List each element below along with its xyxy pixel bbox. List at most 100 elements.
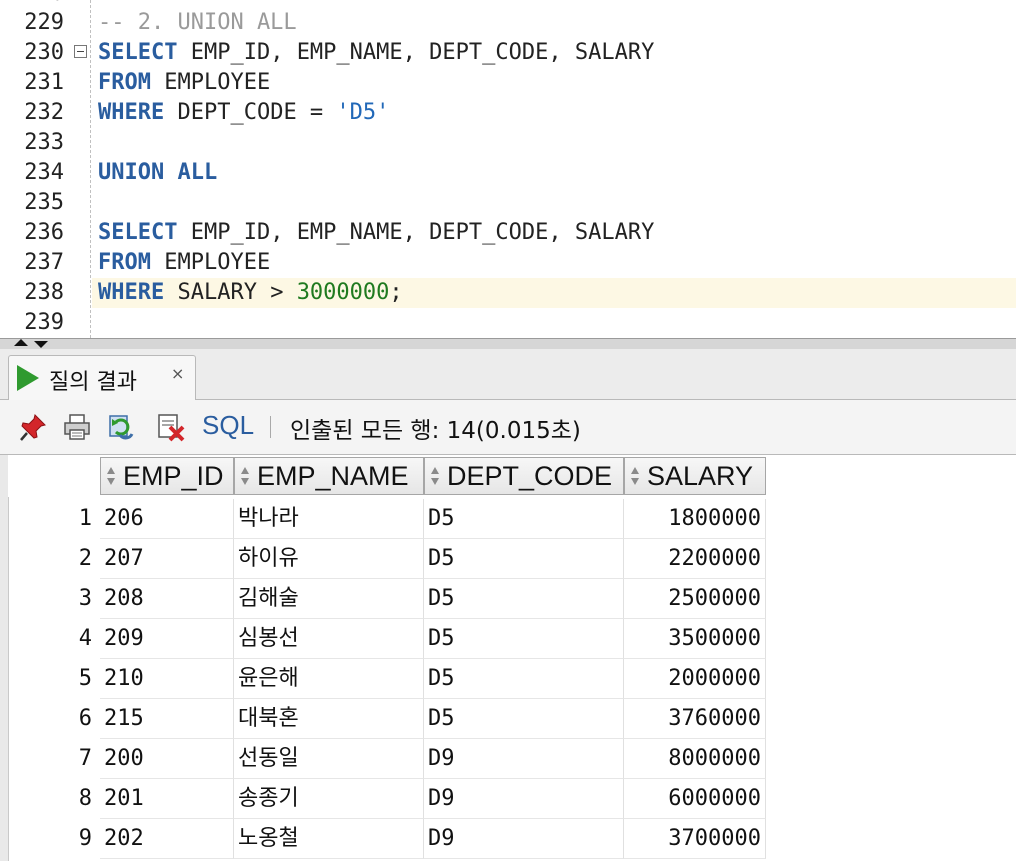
tab-query-result[interactable]: 질의 결과 × [8, 355, 196, 400]
fold-minus-icon[interactable] [74, 45, 87, 58]
cell-salary[interactable]: 3500000 [624, 619, 766, 659]
cell-emp-id[interactable]: 207 [100, 539, 234, 579]
collapse-down-icon[interactable] [34, 341, 48, 348]
line-number-gutter: 228 229 230 231 232 233 234 235 236 237 … [0, 0, 68, 338]
line-number: 239 [24, 310, 64, 335]
sort-icon[interactable] [430, 467, 440, 487]
cell-emp-id[interactable]: 201 [100, 779, 234, 819]
pin-icon[interactable] [18, 412, 48, 442]
cell-emp-id[interactable]: 202 [100, 819, 234, 859]
cell-dept-code[interactable]: D5 [424, 699, 624, 739]
result-grid[interactable]: EMP_ID EMP_NAME DEPT_CODE SALARY 1 206 박… [0, 454, 1016, 861]
code-line-237[interactable]: FROM EMPLOYEE [98, 248, 270, 278]
row-number: 4 [78, 626, 92, 651]
code-line-229[interactable]: -- 2. UNION ALL [98, 8, 297, 38]
column-title: SALARY [647, 461, 754, 491]
cell-dept-code[interactable]: D9 [424, 819, 624, 859]
cell-dept-code[interactable]: D9 [424, 739, 624, 779]
line-number: 232 [24, 100, 64, 125]
line-number: 236 [24, 220, 64, 245]
cell-emp-name[interactable]: 박나라 [234, 499, 424, 539]
refresh-icon[interactable] [108, 412, 138, 442]
cell-salary[interactable]: 6000000 [624, 779, 766, 819]
cell-dept-code[interactable]: D5 [424, 619, 624, 659]
cell-emp-id[interactable]: 206 [100, 499, 234, 539]
table-row[interactable]: 8 201 송종기 D9 6000000 [0, 779, 1016, 819]
print-icon[interactable] [62, 412, 92, 442]
cell-dept-code[interactable]: D5 [424, 659, 624, 699]
column-title: EMP_ID [123, 461, 224, 491]
collapse-up-icon[interactable] [14, 339, 28, 346]
row-number: 7 [78, 746, 92, 771]
sql-link[interactable]: SQL [202, 410, 254, 441]
sql-comment: -- 2. UNION ALL [98, 10, 297, 35]
cell-emp-name[interactable]: 윤은해 [234, 659, 424, 699]
line-number: 230 [24, 40, 64, 65]
cell-salary[interactable]: 8000000 [624, 739, 766, 779]
sort-icon[interactable] [630, 467, 640, 487]
cell-dept-code[interactable]: D5 [424, 499, 624, 539]
cell-emp-id[interactable]: 210 [100, 659, 234, 699]
cell-emp-name[interactable]: 선동일 [234, 739, 424, 779]
table-row[interactable]: 5 210 윤은해 D5 2000000 [0, 659, 1016, 699]
row-number: 5 [78, 666, 92, 691]
cell-emp-name[interactable]: 송종기 [234, 779, 424, 819]
table-row[interactable]: 2 207 하이유 D5 2200000 [0, 539, 1016, 579]
line-number: 235 [24, 190, 64, 215]
number-literal: 3000000 [296, 280, 390, 305]
code-line-238[interactable]: WHERE SALARY > 3000000; [98, 278, 403, 308]
cell-emp-name[interactable]: 하이유 [234, 539, 424, 579]
from-table: EMPLOYEE [150, 250, 271, 275]
sql-editor[interactable]: 228 229 230 231 232 233 234 235 236 237 … [0, 0, 1016, 338]
cell-emp-name[interactable]: 노옹철 [234, 819, 424, 859]
result-tab-bar: 질의 결과 × [0, 349, 1016, 400]
cell-emp-id[interactable]: 200 [100, 739, 234, 779]
from-table: EMPLOYEE [150, 70, 271, 95]
line-number: 233 [24, 130, 64, 155]
code-line-234[interactable]: UNION ALL [98, 158, 217, 188]
cell-dept-code[interactable]: D5 [424, 539, 624, 579]
cell-salary[interactable]: 2000000 [624, 659, 766, 699]
cell-emp-name[interactable]: 대북혼 [234, 699, 424, 739]
sort-icon[interactable] [106, 467, 116, 487]
table-row[interactable]: 1 206 박나라 D5 1800000 [0, 499, 1016, 539]
keyword-select: SELECT [98, 220, 178, 245]
column-header-salary[interactable]: SALARY [624, 457, 766, 495]
select-columns: EMP_ID, EMP_NAME, DEPT_CODE, SALARY [177, 220, 655, 245]
close-icon[interactable]: × [171, 364, 184, 383]
cell-salary[interactable]: 3700000 [624, 819, 766, 859]
row-number: 9 [78, 826, 92, 851]
column-header-emp-id[interactable]: EMP_ID [100, 457, 234, 495]
table-row[interactable]: 4 209 심봉선 D5 3500000 [0, 619, 1016, 659]
toolbar-separator [270, 416, 271, 438]
sort-icon[interactable] [240, 467, 250, 487]
where-condition: SALARY > [164, 280, 297, 305]
table-row[interactable]: 7 200 선동일 D9 8000000 [0, 739, 1016, 779]
row-number: 8 [78, 786, 92, 811]
cell-salary[interactable]: 3760000 [624, 699, 766, 739]
table-row[interactable]: 6 215 대북혼 D5 3760000 [0, 699, 1016, 739]
cell-dept-code[interactable]: D5 [424, 579, 624, 619]
code-line-230[interactable]: SELECT EMP_ID, EMP_NAME, DEPT_CODE, SALA… [98, 38, 654, 68]
cell-salary[interactable]: 1800000 [624, 499, 766, 539]
code-line-231[interactable]: FROM EMPLOYEE [98, 68, 270, 98]
fold-margin [68, 0, 92, 338]
cell-dept-code[interactable]: D9 [424, 779, 624, 819]
cell-emp-id[interactable]: 209 [100, 619, 234, 659]
cell-emp-id[interactable]: 208 [100, 579, 234, 619]
code-line-232[interactable]: WHERE DEPT_CODE = 'D5' [98, 98, 389, 128]
cancel-icon[interactable] [156, 412, 186, 442]
cell-salary[interactable]: 2500000 [624, 579, 766, 619]
grid-corner [8, 455, 100, 497]
code-line-236[interactable]: SELECT EMP_ID, EMP_NAME, DEPT_CODE, SALA… [98, 218, 654, 248]
table-row[interactable]: 3 208 김해술 D5 2500000 [0, 579, 1016, 619]
column-header-dept-code[interactable]: DEPT_CODE [424, 457, 624, 495]
cell-emp-id[interactable]: 215 [100, 699, 234, 739]
column-header-emp-name[interactable]: EMP_NAME [234, 457, 424, 495]
cell-emp-name[interactable]: 김해술 [234, 579, 424, 619]
row-number: 6 [78, 706, 92, 731]
cell-emp-name[interactable]: 심봉선 [234, 619, 424, 659]
table-row[interactable]: 9 202 노옹철 D9 3700000 [0, 819, 1016, 859]
cell-salary[interactable]: 2200000 [624, 539, 766, 579]
select-columns: EMP_ID, EMP_NAME, DEPT_CODE, SALARY [177, 40, 655, 65]
